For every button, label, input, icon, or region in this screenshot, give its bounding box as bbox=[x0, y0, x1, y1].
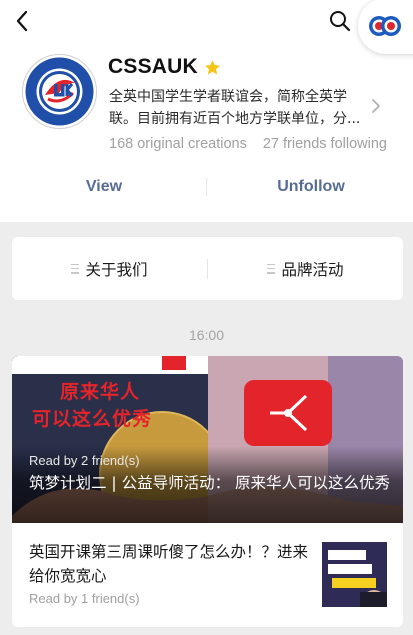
account-description[interactable]: 全英中国学生学者联谊会，简称全英学联。目前拥有近百个地方学联单位，分... bbox=[109, 86, 364, 130]
article-feed-card: 原来华人 可以这么优秀 Read by 2 friend(s) 筑梦计划二 | … bbox=[12, 356, 403, 627]
article-read-by: Read by 2 friend(s) bbox=[29, 453, 140, 468]
article-thumbnail[interactable] bbox=[322, 542, 387, 607]
chevron-right-icon[interactable] bbox=[370, 98, 382, 114]
thumbnail-illustration bbox=[322, 542, 387, 607]
unfollow-button[interactable]: Unfollow bbox=[259, 168, 363, 206]
feed-timestamp: 16:00 bbox=[188, 327, 225, 343]
article-title[interactable]: 英国开课第三周课听傻了怎么办！？进来给你宽宽心 bbox=[29, 540, 314, 588]
menu-item-label: 品牌活动 bbox=[281, 260, 344, 279]
menu-item-brand-activities[interactable]: 品牌活动 bbox=[208, 237, 403, 300]
search-button[interactable] bbox=[327, 8, 353, 34]
account-name-row: CSSAUK bbox=[108, 54, 221, 80]
original-creations-count[interactable]: 168 original creations bbox=[109, 136, 247, 152]
article-cover[interactable]: 原来华人 可以这么优秀 Read by 2 friend(s) 筑梦计划二 | … bbox=[12, 356, 403, 523]
cover-headline-line2: 可以这么优秀 bbox=[32, 408, 153, 430]
search-icon bbox=[330, 11, 351, 32]
view-button[interactable]: View bbox=[52, 168, 156, 206]
menu-item-about-us[interactable]: 关于我们 bbox=[12, 237, 207, 300]
star-icon bbox=[204, 59, 220, 74]
menu-item-label: 关于我们 bbox=[85, 260, 148, 279]
article-list-item[interactable]: 英国开课第三周课听傻了怎么办！？进来给你宽宽心 Read by 1 friend… bbox=[12, 523, 403, 627]
friends-following-count[interactable]: 27 friends following bbox=[263, 136, 387, 152]
account-profile-panel: CSSAUK 全英中国学生学者联谊会，简称全英学联。目前拥有近百个地方学联单位，… bbox=[0, 0, 413, 222]
account-name: CSSAUK bbox=[108, 55, 198, 78]
back-button[interactable] bbox=[10, 8, 36, 34]
actions-divider bbox=[206, 178, 207, 196]
account-menu: 关于我们 品牌活动 bbox=[12, 237, 403, 300]
cssauk-logo-icon bbox=[22, 54, 97, 129]
article-read-by: Read by 1 friend(s) bbox=[29, 591, 140, 606]
cover-headline-line1: 原来华人 bbox=[60, 381, 141, 403]
menu-list-icon bbox=[267, 263, 276, 274]
profile-actions: View Unfollow bbox=[0, 168, 413, 206]
article-title[interactable]: 筑梦计划二 | 公益导师活动： 原来华人可以这么优秀 bbox=[29, 472, 394, 494]
menu-list-icon bbox=[71, 263, 80, 274]
mini-program-button[interactable] bbox=[358, 0, 413, 54]
mini-program-logo-icon bbox=[369, 16, 401, 36]
chevron-left-icon bbox=[16, 10, 28, 32]
account-logo bbox=[21, 53, 98, 130]
account-stats: 168 original creations 27 friends follow… bbox=[109, 136, 387, 152]
